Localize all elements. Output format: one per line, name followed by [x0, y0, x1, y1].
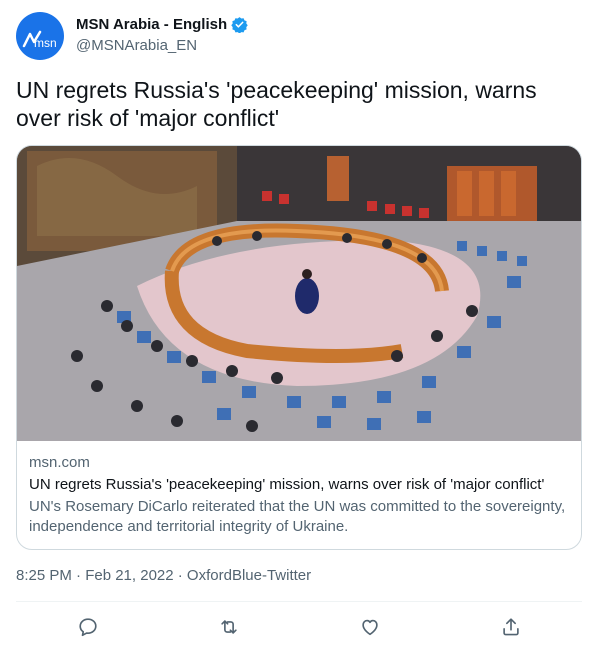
account-handle[interactable]: @MSNArabia_EN [76, 37, 248, 54]
display-name-row[interactable]: MSN Arabia - English [76, 16, 248, 33]
reply-icon[interactable] [77, 616, 99, 638]
card-title: UN regrets Russia's 'peacekeeping' missi… [29, 476, 545, 493]
avatar[interactable]: msn [16, 12, 64, 60]
display-name[interactable]: MSN Arabia - English [76, 16, 227, 33]
tweet-text: UN regrets Russia's 'peacekeeping' missi… [16, 77, 537, 131]
tweet-timestamp[interactable]: 8:25 PM · Feb 21, 2022 · OxfordBlue-Twit… [16, 567, 311, 584]
retweet-icon[interactable] [218, 616, 240, 638]
card-image[interactable] [17, 146, 581, 441]
card-meta: msn.com UN regrets Russia's 'peacekeepin… [29, 454, 569, 537]
like-icon[interactable] [359, 616, 381, 638]
card-domain: msn.com [29, 454, 90, 471]
security-council-photo [17, 146, 581, 441]
link-card[interactable]: msn.com UN regrets Russia's 'peacekeepin… [16, 145, 582, 550]
account-name-block: MSN Arabia - English @MSNArabia_EN [76, 16, 248, 54]
tweet-header: msn MSN Arabia - English @MSNArabia_EN [16, 12, 582, 64]
card-description: UN's Rosemary DiCarlo reiterated that th… [29, 498, 566, 535]
divider [16, 601, 582, 602]
verified-badge-icon [231, 17, 248, 33]
avatar-logo-text: msn [34, 36, 57, 50]
share-icon[interactable] [500, 616, 522, 638]
action-bar [16, 612, 582, 642]
